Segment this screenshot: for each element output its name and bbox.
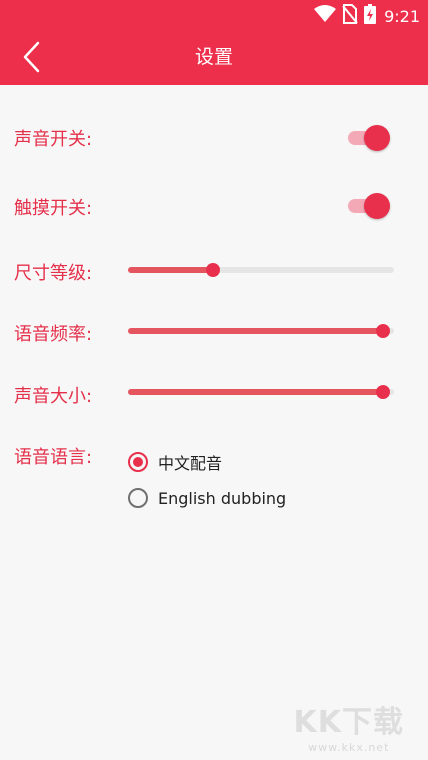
slider-knob[interactable] (206, 263, 221, 277)
radio-label: 中文配音 (158, 454, 223, 473)
touch-switch-label: 触摸开关: (14, 198, 93, 219)
status-bar: 9:21 (0, 0, 428, 30)
status-time: 9:21 (384, 6, 420, 26)
slider-fill (128, 389, 384, 395)
slider-knob[interactable] (376, 324, 391, 338)
touch-switch[interactable] (346, 193, 390, 219)
volume-slider[interactable] (128, 385, 394, 399)
wifi-icon (314, 5, 337, 27)
sound-switch-label: 声音开关: (14, 129, 93, 150)
radio-english-dubbing[interactable]: English dubbing (128, 488, 286, 508)
radio-label: English dubbing (158, 488, 287, 508)
status-icons: 9:21 (314, 4, 420, 28)
sound-switch[interactable] (346, 125, 390, 151)
voice-rate-slider[interactable] (128, 324, 394, 338)
slider-fill (128, 328, 384, 334)
slider-knob[interactable] (376, 385, 391, 399)
voice-language-label: 语音语言: (14, 447, 93, 468)
page-title: 设置 (194, 46, 233, 68)
watermark-url: www.kkx.net (308, 741, 390, 754)
voice-rate-label: 语音频率: (14, 324, 93, 345)
radio-chinese-dubbing[interactable]: 中文配音 (128, 450, 222, 474)
size-level-slider[interactable] (128, 263, 394, 277)
switch-thumb (364, 125, 390, 151)
size-level-label: 尺寸等级: (14, 263, 93, 284)
watermark: KK下载 www.kkx.net (294, 697, 405, 754)
volume-label: 声音大小: (14, 386, 93, 407)
watermark-logo: KK下载 (293, 705, 404, 740)
settings-content: 声音开关: 触摸开关: 尺寸等级: 语音频率: 声音大小: 语音语言: 中文配音… (0, 85, 428, 760)
radio-button[interactable] (128, 488, 148, 508)
no-sim-icon (342, 4, 358, 28)
battery-charging-icon (364, 4, 377, 28)
app-bar: 设置 (0, 30, 428, 85)
slider-fill (128, 267, 214, 273)
radio-button[interactable] (128, 452, 148, 472)
switch-thumb (364, 193, 390, 219)
